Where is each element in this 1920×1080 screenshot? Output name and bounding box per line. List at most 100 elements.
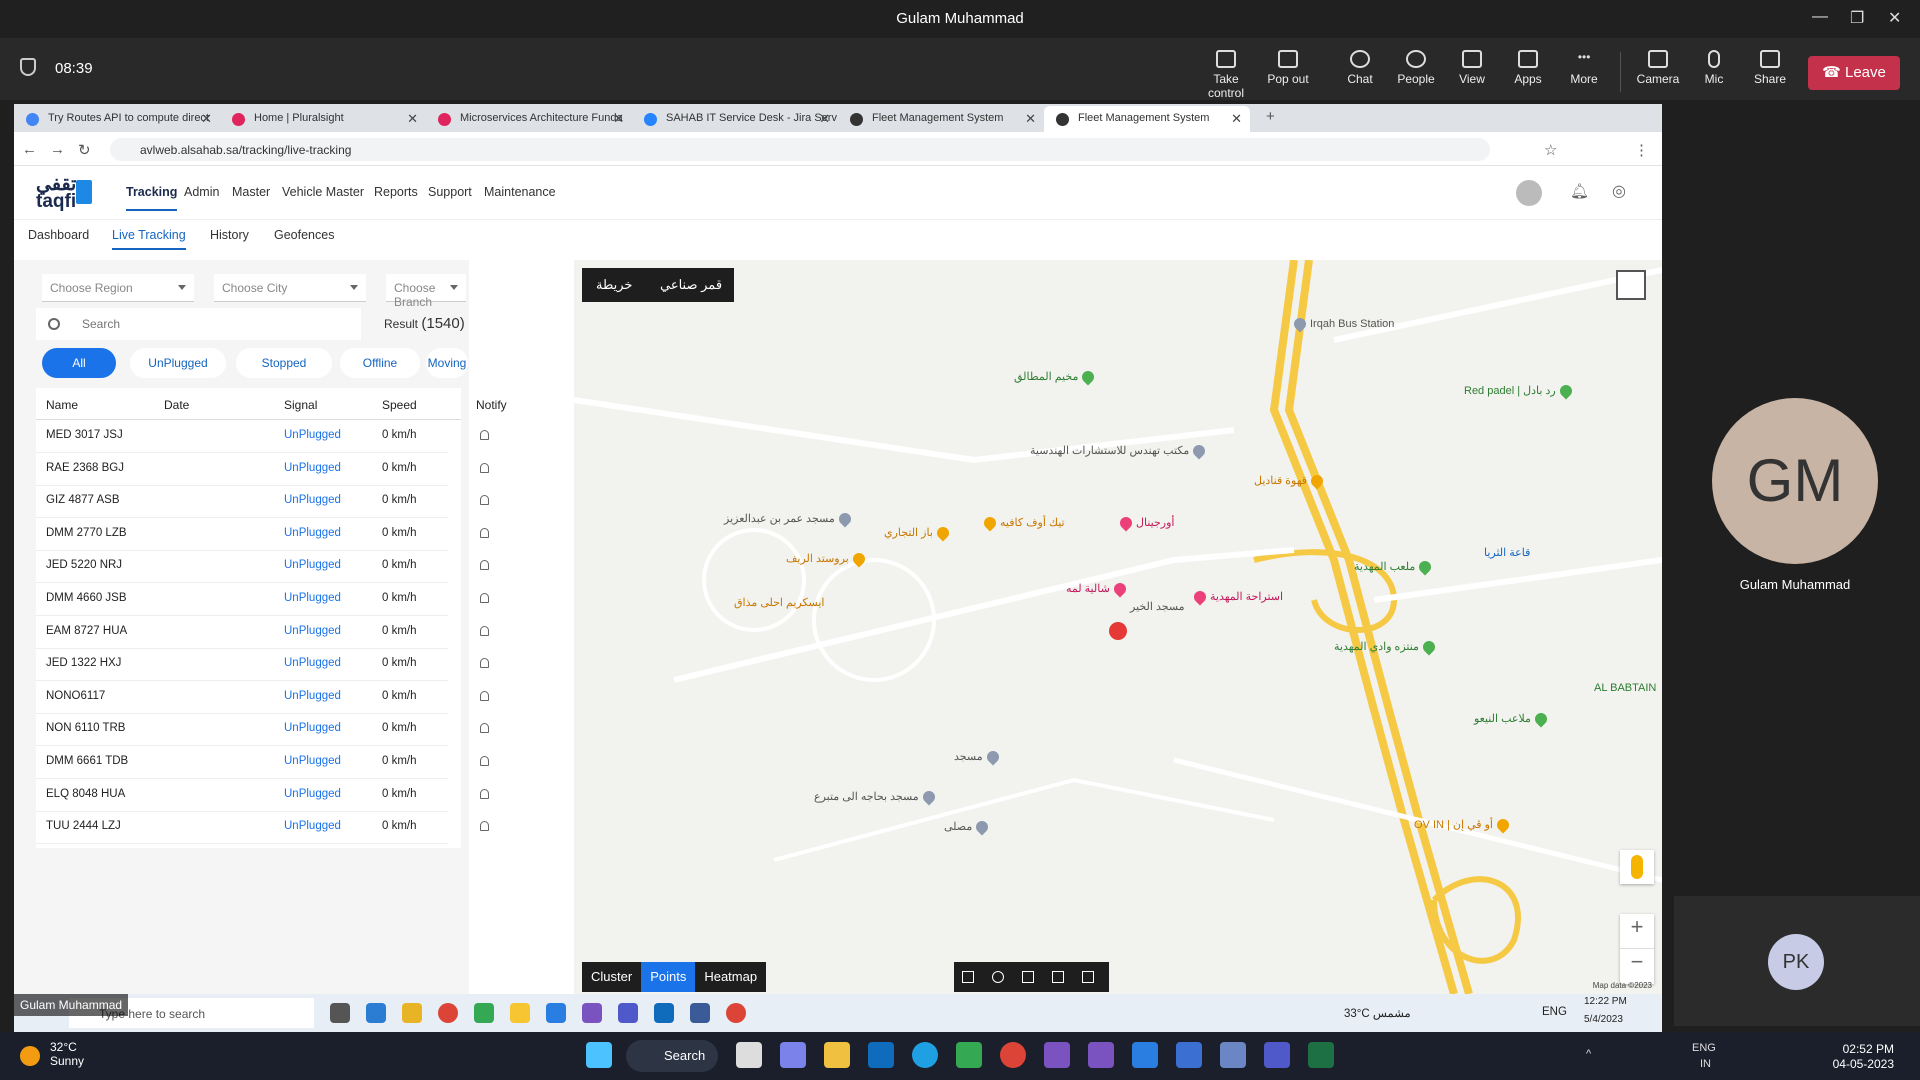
browser-tab[interactable]: Microservices Architecture Funda ✕ [426,106,632,132]
heatmap-button[interactable]: Heatmap [695,962,766,992]
filter-unplugged[interactable]: UnPlugged [130,348,226,378]
vehicle-marker-icon[interactable] [1109,622,1127,640]
weather-widget[interactable]: 32°C Sunny [20,1040,84,1068]
clock[interactable]: 02:52 PM 04-05-2023 [1833,1042,1894,1072]
close-tab-icon[interactable]: ✕ [1025,111,1036,127]
city-select[interactable]: Choose City [214,274,366,302]
map-type-map[interactable]: خريطة [596,277,632,293]
app-icon[interactable] [690,1003,710,1023]
chrome-icon[interactable] [438,1003,458,1023]
folder-icon[interactable] [402,1003,422,1023]
subnav-live-tracking[interactable]: Live Tracking [112,228,186,250]
sticky-notes-icon[interactable] [510,1003,530,1023]
table-row[interactable]: DMM 6661 TDB UnPlugged 0 km/h [36,746,489,779]
menu-support[interactable]: Support [428,185,472,199]
map-place[interactable]: منتزه وادي المهدية [1334,638,1439,656]
star-icon[interactable]: ☆ [1544,141,1557,159]
zoom-out-icon[interactable]: − [1620,949,1654,975]
map-place[interactable]: قهوة قناديل [1254,472,1327,490]
table-row[interactable]: TUU 2444 LZJ UnPlugged 0 km/h [36,811,489,845]
close-tab-icon[interactable]: ✕ [1231,111,1242,127]
chrome-icon[interactable] [726,1003,746,1023]
col-notify[interactable]: Notify [476,398,507,412]
more-button[interactable]: ••• More [1552,50,1616,86]
avatar[interactable] [1516,180,1542,206]
camera-button[interactable]: Camera [1626,50,1690,86]
subnav-dashboard[interactable]: Dashboard [28,228,89,242]
bell-icon[interactable]: 🔔︎ [1570,182,1589,200]
take-control-button[interactable]: Take control [1194,50,1258,100]
app-icon[interactable] [956,1042,982,1068]
measure-icon[interactable] [1082,971,1094,983]
filter-all[interactable]: All [42,348,116,378]
menu-maintenance[interactable]: Maintenance [484,185,556,199]
col-speed[interactable]: Speed [382,398,417,412]
menu-tracking[interactable]: Tracking [126,185,178,211]
bell-icon[interactable] [480,430,489,440]
apps-button[interactable]: Apps [1496,50,1560,86]
filter-moving[interactable]: Moving [426,348,468,378]
reload-icon[interactable]: ↻ [78,141,91,159]
map-place[interactable]: Red padel | رد بادل [1464,382,1576,400]
view-button[interactable]: View [1440,50,1504,86]
outlook-icon[interactable] [654,1003,674,1023]
table-row[interactable]: RAE 2368 BGJ UnPlugged 0 km/h [36,453,489,486]
col-name[interactable]: Name [46,398,78,412]
leave-button[interactable]: ☎ Leave [1808,56,1900,90]
fullscreen-icon[interactable] [1616,270,1646,300]
map-place[interactable]: مسجد [954,748,1003,766]
select-area-icon[interactable] [962,971,974,983]
bell-icon[interactable] [480,495,489,506]
subnav-history[interactable]: History [210,228,249,242]
back-icon[interactable]: ← [22,141,37,158]
bell-icon[interactable] [480,462,489,473]
app-icon[interactable] [474,1003,494,1023]
forward-icon[interactable]: → [50,141,65,158]
browser-tab[interactable]: Fleet Management System ✕ [838,106,1044,132]
teams-icon[interactable] [1264,1042,1290,1068]
zoom-in-icon[interactable]: + [1620,914,1654,949]
subnav-geofences[interactable]: Geofences [274,228,334,242]
menu-master[interactable]: Master [232,185,270,199]
map-place[interactable]: مسجد عمر بن عبدالعزيز [724,510,855,528]
filter-offline[interactable]: Offline [340,348,420,378]
street-view-icon[interactable] [1620,850,1654,884]
browser-tab[interactable]: SAHAB IT Service Desk - Jira Serv ✕ [632,106,838,132]
table-row[interactable]: JED 5220 NRJ UnPlugged 0 km/h [36,550,489,584]
filter-stopped[interactable]: Stopped [236,348,332,378]
bell-icon[interactable] [480,593,489,603]
bell-icon[interactable] [480,723,489,734]
close-tab-icon[interactable]: ✕ [819,111,830,127]
table-row[interactable]: ELQ 8048 HUA UnPlugged 0 km/h [36,779,489,812]
map-view[interactable]: خريطة قمر صناعي Irqah Bus Station مخيم ا… [574,260,1662,994]
bell-icon[interactable] [480,690,489,701]
map-place[interactable]: مصلى [944,818,992,836]
map-place[interactable]: قاعة الثريا [1484,546,1530,559]
map-place[interactable]: بروستد الريف [786,550,869,568]
bell-icon[interactable] [480,788,489,799]
points-button[interactable]: Points [641,962,696,992]
language-indicator[interactable]: ENG [1692,1042,1716,1054]
start-icon[interactable] [586,1042,612,1068]
table-row[interactable]: NON 6110 TRB UnPlugged 0 km/h [36,713,489,747]
taskbar-search[interactable]: Search [626,1040,718,1072]
map-place[interactable]: Irqah Bus Station [1291,315,1394,333]
visual-studio-icon[interactable] [1088,1042,1114,1068]
new-tab-icon[interactable]: + [1266,108,1275,125]
edge-icon[interactable] [912,1042,938,1068]
browser-tab[interactable]: Try Routes API to compute direct ✕ [14,106,220,132]
table-row[interactable]: GIZ 4877 ASB UnPlugged 0 km/h [36,485,489,519]
browser-tab-active[interactable]: Fleet Management System ✕ [1044,106,1250,132]
map-place[interactable]: مكتب تهندس للاستشارات الهندسية [1030,442,1209,460]
minimize-icon[interactable]: — [1812,8,1828,26]
visual-studio-icon[interactable] [1044,1042,1070,1068]
map-place[interactable]: OV IN | أو ڤي إن [1414,816,1513,834]
cluster-button[interactable]: Cluster [582,962,641,992]
security-icon[interactable] [1176,1042,1202,1068]
table-row[interactable]: NONO6117 UnPlugged 0 km/h [36,681,489,714]
map-place[interactable]: باز التجاري [884,524,953,542]
restore-icon[interactable]: ❐ [1850,8,1864,28]
close-icon[interactable]: ✕ [1888,8,1901,28]
map-place[interactable]: ملاعب النيعو [1474,710,1551,728]
map-place[interactable]: مسجد بحاجه الى متبرع [814,788,939,806]
